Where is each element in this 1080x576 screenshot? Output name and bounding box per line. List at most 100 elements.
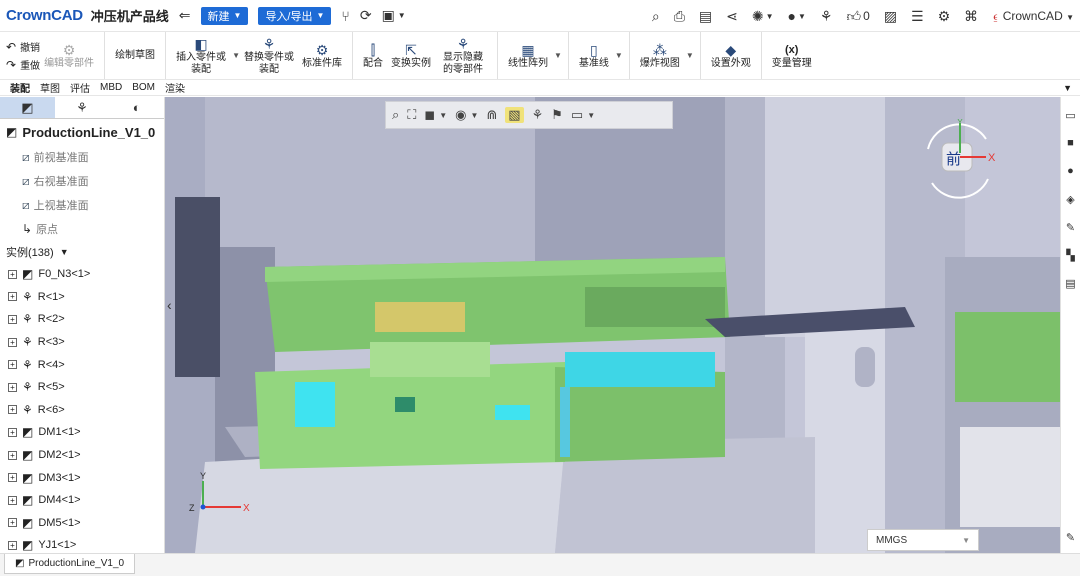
explode-dropdown-icon[interactable]: ▼ (686, 51, 694, 60)
gear-icon[interactable]: ⚙ (938, 5, 951, 27)
section-view-icon[interactable]: ⋒ (486, 107, 497, 123)
wrench-icon[interactable]: ✎ (1066, 221, 1075, 237)
transform-instance-button[interactable]: ⇱ 变换实例 (391, 42, 431, 70)
expand-icon[interactable]: + (8, 473, 17, 483)
tab-sketch[interactable]: 草图 (40, 80, 60, 95)
folder-icon[interactable]: ▭ (1065, 109, 1075, 125)
expand-icon[interactable]: + (8, 495, 17, 505)
tree-item[interactable]: + ◩ F0_N3<1> (0, 263, 164, 286)
tab-appearance[interactable]: ◐ (109, 97, 164, 118)
parameter-icon[interactable]: ● (1067, 165, 1074, 181)
visibility-icon[interactable]: ◉ (455, 107, 466, 123)
tree-root[interactable]: ◩ ProductionLine_V1_0 (0, 119, 164, 145)
tab-feature-tree[interactable]: ◩ (0, 97, 55, 118)
import-export-button[interactable]: 导入/导出 ▼ (258, 6, 332, 25)
apps-icon[interactable]: ⌘ (964, 5, 978, 27)
collapse-ribbon-icon[interactable]: ▼ (1063, 83, 1072, 93)
tab-render[interactable]: 渲染 (165, 80, 185, 95)
tree-item[interactable]: + ◩ YJ1<1> (0, 534, 164, 553)
exploded-view-button[interactable]: ⁂ 爆炸视图 (640, 42, 680, 70)
image-icon[interactable]: ▨ (884, 5, 897, 27)
expand-icon[interactable]: + (8, 450, 17, 460)
expand-icon[interactable]: + (8, 382, 17, 392)
replace-part-button[interactable]: ⚘ 替换零件或装配 (244, 36, 294, 76)
origin[interactable]: ↳ 原点 (0, 217, 164, 241)
units-select[interactable]: MMGS ▼ (867, 529, 979, 551)
expand-icon[interactable]: + (8, 337, 17, 347)
expand-icon[interactable]: + (8, 427, 17, 437)
search-icon[interactable]: ⌕ (652, 5, 660, 27)
mate-button[interactable]: ⫿ 配合 (363, 42, 383, 70)
visibility-dropdown-icon[interactable]: ▼ (470, 111, 478, 120)
globe-icon[interactable]: ● ▼ (788, 5, 806, 27)
tab-evaluate[interactable]: 评估 (70, 80, 90, 95)
show-hidden-button[interactable]: ⚘ 显示隐藏的零部件 (439, 36, 487, 76)
print-icon[interactable]: ⎙ (674, 5, 685, 27)
collapse-panel-icon[interactable]: ‹ (167, 297, 172, 313)
insert-part-button[interactable]: ◧ 插入零件或装配 (176, 36, 226, 76)
grid-icon[interactable]: ▚ (1066, 249, 1074, 265)
shaded-display-icon[interactable]: ▧ (505, 107, 524, 123)
sketch-button[interactable]: 绘制草图 (115, 50, 155, 62)
navigation-cube[interactable]: Y X 前 (916, 119, 1004, 205)
zoom-icon[interactable]: ⌕ (392, 107, 399, 123)
list-icon[interactable]: ☰ (911, 5, 924, 27)
tree-item[interactable]: + ◩ DM3<1> (0, 466, 164, 489)
variable-manager-button[interactable]: (x) 变量管理 (772, 42, 812, 70)
expand-icon[interactable]: + (8, 405, 17, 415)
tab-bom[interactable]: BOM (132, 82, 155, 93)
3d-viewport[interactable]: ⌕ ⛶ ◼ ▼ ◉ ▼ ⋒ ▧ ⚘ ⚑ ▭ ▼ Y X 前 Y X Z ‹ MMGS ▼ (165, 97, 1060, 553)
edit-icon[interactable]: ✎ (1066, 531, 1075, 547)
edit-part-button[interactable]: ⚙ 编辑零部件 (44, 42, 94, 70)
display-settings-dropdown-icon[interactable]: ▼ (587, 111, 595, 120)
tab-assembly[interactable]: 装配 (10, 80, 30, 95)
fit-view-icon[interactable]: ⛶ (407, 107, 416, 123)
user-name[interactable]: ⍷ CrownCAD ▼ (992, 9, 1074, 24)
view-orientation-dropdown-icon[interactable]: ▼ (439, 111, 447, 120)
appearance-button[interactable]: ◆ 设置外观 (711, 42, 751, 70)
standard-library-button[interactable]: ⚙ 标准件库 (302, 42, 342, 70)
datum-dropdown-icon[interactable]: ▼ (615, 51, 623, 60)
share-icon[interactable]: ⋖ (726, 5, 738, 27)
camera-icon[interactable]: ■ (1067, 137, 1074, 153)
team-icon[interactable]: ⚘ (820, 5, 833, 27)
view-orientation-icon[interactable]: ◼ (424, 107, 435, 123)
tree-item[interactable]: + ◩ DM1<1> (0, 421, 164, 444)
document-tab[interactable]: ◩ ProductionLine_V1_0 (4, 554, 136, 574)
tree-item[interactable]: + ⚘ R<2> (0, 308, 164, 331)
plane-right[interactable]: ⧄ 右视基准面 (0, 169, 164, 193)
expand-icon[interactable]: + (8, 540, 17, 550)
plane-top[interactable]: ⧄ 上视基准面 (0, 193, 164, 217)
expand-icon[interactable]: + (8, 269, 17, 279)
pattern-dropdown-icon[interactable]: ▼ (554, 51, 562, 60)
branch-icon[interactable]: ⑂ (341, 5, 349, 27)
plane-front[interactable]: ⧄ 前视基准面 (0, 145, 164, 169)
tree-item[interactable]: + ◩ DM4<1> (0, 489, 164, 512)
back-icon[interactable]: ⇐ (179, 5, 191, 27)
linear-pattern-button[interactable]: ▦ 线性阵列 (508, 42, 548, 70)
insert-dropdown-icon[interactable]: ▼ (232, 51, 240, 60)
tree-item[interactable]: + ⚘ R<6> (0, 399, 164, 422)
datum-line-button[interactable]: ▯ 基准线 (579, 42, 609, 70)
undo-button[interactable]: ↶ 撤销 (6, 38, 40, 56)
redo-button[interactable]: ↷ 重做 (6, 56, 40, 74)
save-icon[interactable]: ▣ ▼ (382, 5, 406, 27)
settings-icon[interactable]: ✺ ▼ (752, 5, 774, 27)
cube-icon[interactable]: ◈ (1066, 193, 1074, 209)
instances-header[interactable]: 实例(138) ▼ (0, 241, 164, 263)
like-icon[interactable]: 👍︎ 0 (846, 5, 869, 27)
refresh-icon[interactable]: ⟳ (360, 5, 372, 27)
expand-icon[interactable]: + (8, 292, 17, 302)
tree-item[interactable]: + ⚘ R<5> (0, 376, 164, 399)
comment-icon[interactable]: ▤ (699, 5, 712, 27)
expand-icon[interactable]: + (8, 314, 17, 324)
apply-scene-icon[interactable]: ⚑ (551, 107, 563, 123)
expand-icon[interactable]: + (8, 360, 17, 370)
render-icon[interactable]: ⚘ (532, 107, 544, 123)
display-settings-icon[interactable]: ▭ (571, 107, 583, 123)
tab-assembly-tree[interactable]: ⚘ (55, 97, 110, 118)
tree-item[interactable]: + ◩ DM2<1> (0, 444, 164, 467)
note-icon[interactable]: ▤ (1065, 277, 1075, 293)
tree-item[interactable]: + ◩ DM5<1> (0, 512, 164, 535)
tab-mbd[interactable]: MBD (100, 82, 122, 93)
